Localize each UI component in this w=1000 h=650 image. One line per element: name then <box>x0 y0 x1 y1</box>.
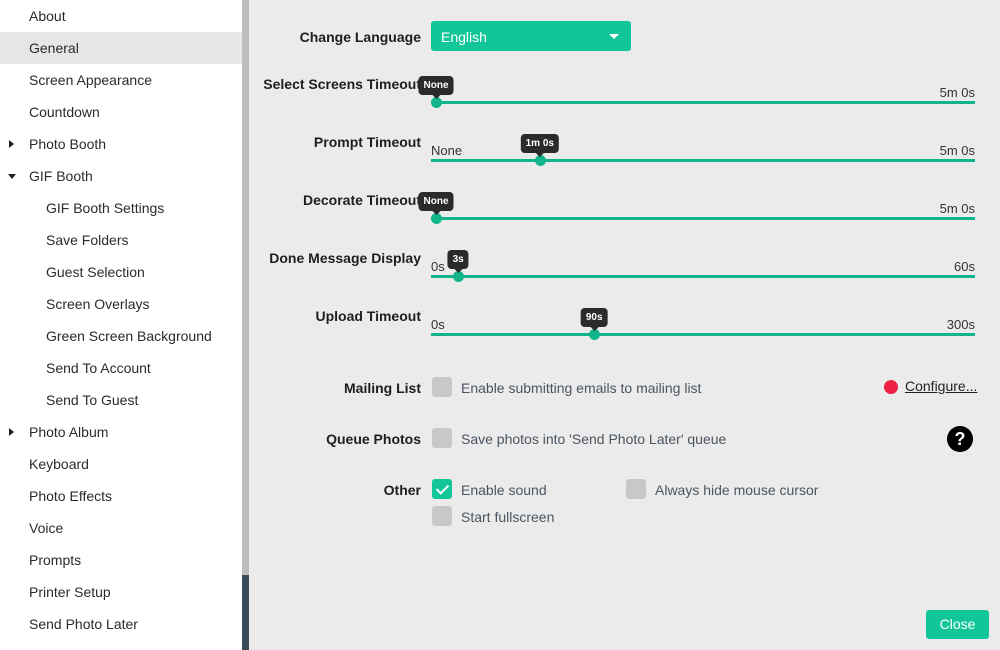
slider-value-tooltip: None <box>418 76 454 99</box>
sidebar-item-label: Green Screen Background <box>46 328 212 344</box>
sidebar-item-send-photo-later[interactable]: Send Photo Later <box>0 608 242 640</box>
prompt-timeout-slider[interactable]: None 5m 0s 1m 0s <box>431 122 975 166</box>
sidebar-item-photo-booth[interactable]: Photo Booth <box>0 128 242 160</box>
hide-mouse-cursor-label[interactable]: Always hide mouse cursor <box>655 482 818 498</box>
mailing-list-option-label[interactable]: Enable submitting emails to mailing list <box>461 380 701 396</box>
sidebar-item-label: General <box>29 40 79 56</box>
sidebar-item-photo-album[interactable]: Photo Album <box>0 416 242 448</box>
done-message-display-slider[interactable]: 0s 60s 3s <box>431 238 975 282</box>
slider-max-label: 5m 0s <box>939 201 975 216</box>
sidebar-item-save-folders[interactable]: Save Folders <box>0 224 242 256</box>
other-label: Other <box>383 482 421 498</box>
help-icon[interactable]: ? <box>947 426 973 452</box>
slider-label: Done Message Display <box>269 250 421 266</box>
upload-timeout-slider[interactable]: 0s 300s 90s <box>431 296 975 340</box>
sidebar-item-keyboard[interactable]: Keyboard <box>0 448 242 480</box>
slider-max-label: 300s <box>946 317 975 332</box>
sidebar-item-label: Send To Guest <box>46 392 139 408</box>
sidebar-item-label: Screen Appearance <box>29 72 152 88</box>
sidebar-item-label: Send Photo Later <box>29 616 138 632</box>
expand-arrow-icon[interactable] <box>9 428 14 436</box>
sidebar-item-label: Guest Selection <box>46 264 145 280</box>
sidebar-item-guest-selection[interactable]: Guest Selection <box>0 256 242 288</box>
sidebar-item-countdown[interactable]: Countdown <box>0 96 242 128</box>
select-screens-timeout-slider[interactable]: 5m 0s None <box>418 64 975 108</box>
slider-value-tooltip: 1m 0s <box>520 134 559 157</box>
sidebar-item-photo-effects[interactable]: Photo Effects <box>0 480 242 512</box>
sidebar-item-label: Countdown <box>29 104 100 120</box>
sidebar-item-label: About <box>29 8 66 24</box>
slider-label: Upload Timeout <box>315 308 421 324</box>
sidebar-item-label: GIF Booth Settings <box>46 200 165 216</box>
slider-min-label: 0s <box>431 317 445 332</box>
sidebar-item-label: Screen Overlays <box>46 296 150 312</box>
slider-track[interactable] <box>431 217 975 220</box>
sidebar-item-label: Prompts <box>29 552 82 568</box>
slider-track[interactable] <box>431 275 975 278</box>
configure-link[interactable]: Configure... <box>905 378 977 394</box>
sidebar-item-screen-appearance[interactable]: Screen Appearance <box>0 64 242 96</box>
start-fullscreen-label[interactable]: Start fullscreen <box>461 509 554 525</box>
sidebar-item-label: Keyboard <box>29 456 89 472</box>
sidebar-item-label: Photo Effects <box>29 488 113 504</box>
enable-sound-checkbox[interactable] <box>432 479 452 499</box>
language-select-value: English <box>441 29 487 45</box>
sidebar-item-green-screen-background[interactable]: Green Screen Background <box>0 320 242 352</box>
hide-mouse-cursor-checkbox[interactable] <box>626 479 646 499</box>
sidebar-item-prompts[interactable]: Prompts <box>0 544 242 576</box>
slider-track[interactable] <box>431 101 975 104</box>
enable-sound-label[interactable]: Enable sound <box>461 482 547 498</box>
sidebar-scrollbar-lower <box>242 575 249 650</box>
slider-label: Decorate Timeout <box>303 192 421 208</box>
sidebar-item-label: Voice <box>29 520 64 536</box>
sidebar-item-screen-overlays[interactable]: Screen Overlays <box>0 288 242 320</box>
mailing-list-checkbox[interactable] <box>432 377 452 397</box>
decorate-timeout-slider[interactable]: 5m 0s None <box>418 180 975 224</box>
sidebar-item-send-to-account[interactable]: Send To Account <box>0 352 242 384</box>
sidebar-item-printer-setup[interactable]: Printer Setup <box>0 576 242 608</box>
slider-track[interactable] <box>431 333 975 336</box>
close-button[interactable]: Close <box>926 610 989 639</box>
change-language-label: Change Language <box>299 29 421 45</box>
queue-photos-option-label[interactable]: Save photos into 'Send Photo Later' queu… <box>461 431 726 447</box>
sidebar: About General Screen Appearance Countdow… <box>0 0 242 650</box>
slider-value-tooltip: 90s <box>580 308 608 331</box>
sidebar-item-send-to-guest[interactable]: Send To Guest <box>0 384 242 416</box>
sidebar-item-about[interactable]: About <box>0 0 242 32</box>
slider-min-label: None <box>431 143 463 158</box>
status-dot-icon <box>884 380 898 394</box>
slider-track[interactable] <box>431 159 975 162</box>
slider-min-label: 0s <box>431 259 445 274</box>
sidebar-item-gif-booth-settings[interactable]: GIF Booth Settings <box>0 192 242 224</box>
sidebar-item-label: Save Folders <box>46 232 129 248</box>
sidebar-item-gif-booth[interactable]: GIF Booth <box>0 160 242 192</box>
slider-max-label: 5m 0s <box>939 85 975 100</box>
queue-photos-label: Queue Photos <box>326 431 421 447</box>
sidebar-item-general[interactable]: General <box>0 32 242 64</box>
queue-photos-checkbox[interactable] <box>432 428 452 448</box>
sidebar-item-label: GIF Booth <box>29 168 93 184</box>
chevron-down-icon <box>609 34 619 39</box>
sidebar-item-label: Photo Album <box>29 424 109 440</box>
slider-max-label: 5m 0s <box>939 143 975 158</box>
slider-value-tooltip: 3s <box>447 250 469 273</box>
slider-max-label: 60s <box>954 259 975 274</box>
sidebar-item-label: Send To Account <box>46 360 151 376</box>
sidebar-scrollbar-thumb[interactable] <box>242 0 249 575</box>
mailing-list-label: Mailing List <box>344 380 421 396</box>
collapse-arrow-icon[interactable] <box>8 174 16 179</box>
slider-value-tooltip: None <box>418 192 454 215</box>
slider-label: Select Screens Timeout <box>263 76 421 92</box>
language-select[interactable]: English <box>431 21 631 51</box>
sidebar-item-voice[interactable]: Voice <box>0 512 242 544</box>
slider-label: Prompt Timeout <box>313 134 421 150</box>
sidebar-item-label: Photo Booth <box>29 136 107 152</box>
start-fullscreen-checkbox[interactable] <box>432 506 452 526</box>
sidebar-item-label: Printer Setup <box>29 584 111 600</box>
expand-arrow-icon[interactable] <box>9 140 14 148</box>
